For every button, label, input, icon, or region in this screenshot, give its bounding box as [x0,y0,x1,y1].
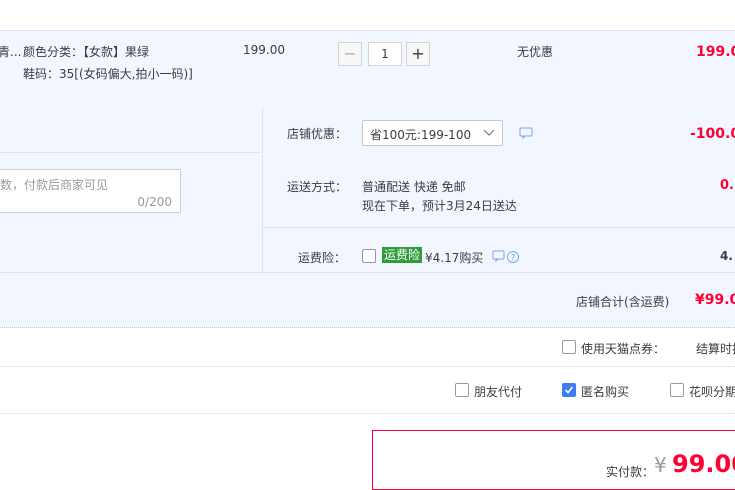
payment-divider [0,413,735,415]
item-subtotal: 199.0 [696,44,735,60]
coupon-right-text: 结算时扣 [696,342,735,356]
shop-discount-label: 店铺优惠： [287,127,348,141]
item-sku-size: 鞋码：35[(女码偏大,拍小一码)] [23,67,193,81]
buyer-memo-field[interactable]: 数，付款后商家可见 0/200 [0,169,181,213]
quantity-increase-button[interactable]: + [406,42,430,66]
quantity-decrease-button[interactable]: − [338,42,362,66]
buyer-memo-counter: 0/200 [137,195,172,209]
panel-divider-right [262,227,735,228]
payment-summary-box: 实付款： ¥ 99.00 [372,430,735,490]
shop-summary-panel: 店铺优惠： 省100元:199-100 -100.0 数，付款后商家可见 0/2… [0,107,735,328]
panel-divider-bottom [0,272,735,273]
shop-total-label: 店铺合计(含运费) [576,295,670,309]
friend-pay-checkbox[interactable] [455,383,469,397]
panel-divider-vertical [262,107,263,272]
insurance-label: 运费险： [298,251,347,265]
buyer-memo-placeholder: 数，付款后商家可见 [0,178,109,192]
chevron-down-icon [483,129,495,136]
order-item-row: 青... 颜色分类：【女款】果绿 鞋码：35[(女码偏大,拍小一码)] 199.… [0,30,735,108]
options-divider [0,366,735,368]
shop-discount-value: -100.0 [690,126,735,142]
coupon-checkbox[interactable] [562,340,576,354]
insurance-price: ¥4.17购买 [425,251,484,265]
shop-total-value: ¥99.0 [695,292,735,308]
item-sku-color: 颜色分类：【女款】果绿 [23,45,150,59]
delivery-method: 普通配送 快递 免邮 [362,180,466,194]
insurance-value: 4. [720,249,733,263]
svg-text:?: ? [511,254,516,264]
comment-icon[interactable] [519,127,533,139]
shop-discount-select[interactable]: 省100元:199-100 [362,120,503,146]
delivery-label: 运送方式： [287,180,348,194]
payment-label: 实付款： [606,465,655,479]
shop-discount-option: 省100元:199-100 [370,128,472,142]
delivery-value: 0. [720,178,734,193]
huabei-checkbox[interactable] [670,383,684,397]
anonymous-checkbox[interactable] [562,383,576,397]
item-title-fragment[interactable]: 青... [0,43,21,60]
check-icon [564,386,574,394]
delivery-eta: 现在下单，预计3月24日送达 [362,199,517,213]
coupon-label: 使用天猫点券： [581,342,666,356]
help-icon[interactable]: ? [492,250,522,264]
panel-divider-left [0,152,262,153]
item-unit-price: 199.00 [243,43,285,57]
insurance-checkbox[interactable] [362,249,376,263]
friend-pay-label[interactable]: 朋友代付 [474,383,522,400]
payment-currency: ¥ [654,453,667,477]
quantity-input[interactable]: 1 [368,42,402,66]
huabei-label[interactable]: 花呗分期 [689,383,735,400]
payment-amount: 99.00 [672,450,735,478]
anonymous-label[interactable]: 匿名购买 [581,383,629,400]
insurance-tag: 运费险 [382,247,423,263]
item-promo: 无优惠 [517,45,554,59]
